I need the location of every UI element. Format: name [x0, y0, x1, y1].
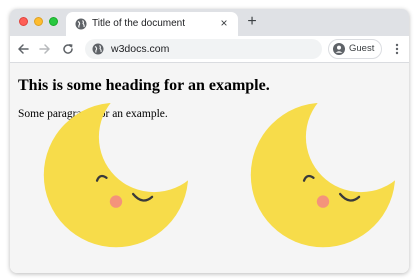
tab-title: Title of the document [92, 18, 186, 29]
url-text: w3docs.com [111, 43, 170, 55]
tab-close-button[interactable]: × [217, 16, 231, 30]
arrow-left-icon[interactable] [16, 42, 30, 56]
profile-button[interactable]: Guest [328, 39, 382, 59]
page-content: This is some heading for an example. Som… [10, 63, 409, 273]
profile-label: Guest [349, 43, 375, 54]
globe-icon [92, 43, 104, 55]
new-tab-button[interactable]: + [244, 14, 260, 30]
tab-strip: Title of the document × + [10, 9, 409, 36]
sleeping-moon-image [250, 102, 396, 248]
page-heading: This is some heading for an example. [18, 77, 270, 94]
window-maximize-button[interactable] [49, 17, 58, 26]
browser-window: Title of the document × + w3docs.com Gue… [10, 9, 409, 273]
window-close-button[interactable] [19, 17, 28, 26]
window-minimize-button[interactable] [34, 17, 43, 26]
arrow-right-icon[interactable] [38, 42, 52, 56]
browser-tab[interactable]: Title of the document × [66, 12, 238, 36]
address-bar[interactable]: w3docs.com [85, 39, 322, 59]
browser-toolbar: w3docs.com Guest [10, 36, 409, 63]
avatar-icon [333, 43, 345, 55]
sleeping-moon-image [43, 102, 189, 248]
three-dots-vertical-icon[interactable] [391, 43, 403, 55]
globe-icon [75, 18, 87, 30]
reload-icon[interactable] [61, 42, 75, 56]
